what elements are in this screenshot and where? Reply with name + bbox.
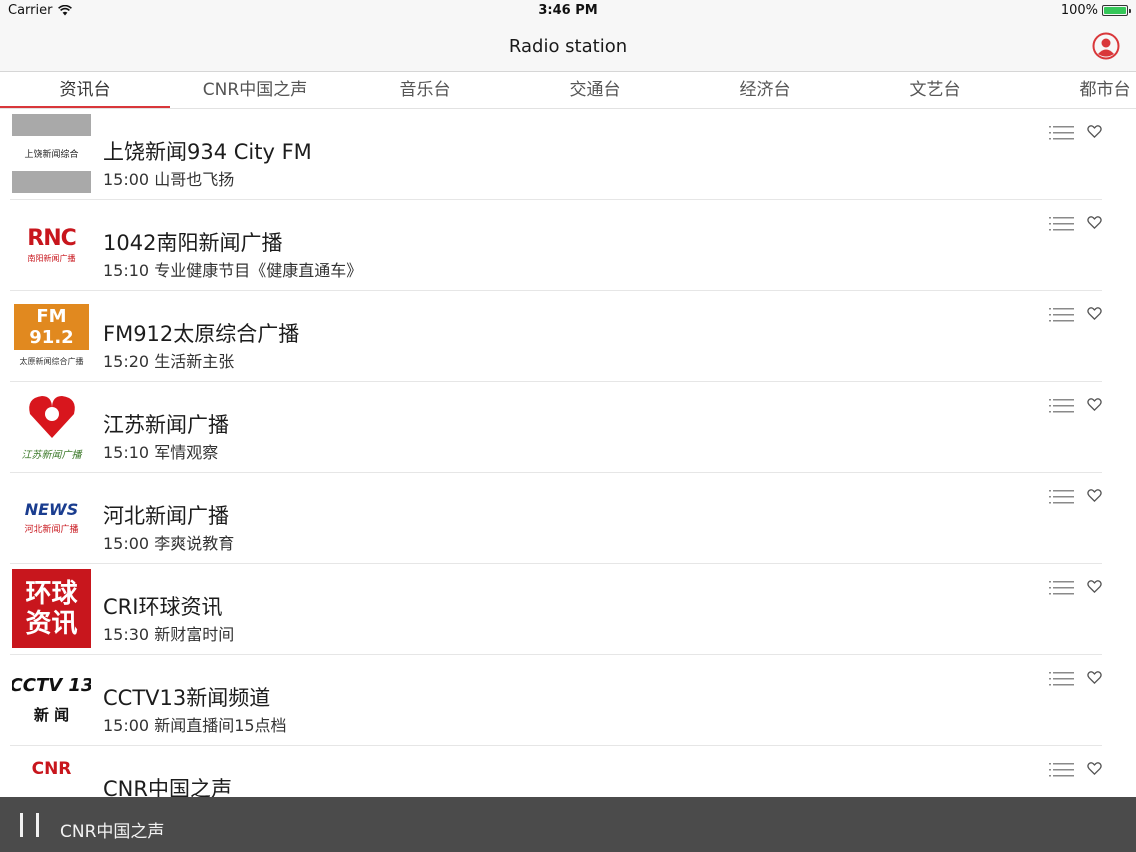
station-logo: RNC 南阳新闻广播	[12, 205, 91, 284]
station-name: CNR中国之声	[103, 777, 232, 797]
battery-status: 100%	[1060, 3, 1131, 18]
station-name: CCTV13新闻频道	[103, 686, 271, 710]
heart-icon[interactable]	[1087, 124, 1102, 139]
playlist-icon[interactable]	[1049, 490, 1074, 504]
playlist-icon[interactable]	[1049, 308, 1074, 322]
station-program: 15:10 专业健康节目《健康直通车》	[103, 261, 363, 280]
battery-percent: 100%	[1060, 3, 1098, 18]
playlist-icon[interactable]	[1049, 399, 1074, 413]
station-row[interactable]: RNC 南阳新闻广播 1042南阳新闻广播 15:10 专业健康节目《健康直通车》	[0, 200, 1136, 291]
tab-5[interactable]: 文艺台	[850, 72, 1020, 108]
tab-3[interactable]: 交通台	[510, 72, 680, 108]
station-row[interactable]: CNR CNR中国之声	[0, 746, 1136, 797]
tab-2[interactable]: 音乐台	[340, 72, 510, 108]
status-time: 3:46 PM	[538, 3, 598, 18]
now-playing-title[interactable]: CNR中国之声	[60, 817, 164, 842]
station-program: 15:00 新闻直播间15点档	[103, 716, 287, 735]
heart-icon[interactable]	[1087, 488, 1102, 503]
page-title: Radio station	[508, 36, 628, 57]
station-row[interactable]: FM 91.2 太原新闻综合广播 FM912太原综合广播 15:20 生活新主张	[0, 291, 1136, 382]
station-logo: 上饶新闻综合	[12, 114, 91, 193]
tab-1[interactable]: CNR中国之声	[170, 72, 340, 108]
playlist-icon[interactable]	[1049, 672, 1074, 686]
logo-subtext: 新 闻	[33, 705, 70, 724]
station-row[interactable]: 环球资讯 CRI环球资讯 15:30 新财富时间	[0, 564, 1136, 655]
station-row[interactable]: 上饶新闻综合 上饶新闻934 City FM 15:00 山哥也飞扬	[0, 109, 1136, 200]
station-name: 河北新闻广播	[103, 504, 229, 528]
station-logo: FM 91.2 太原新闻综合广播	[12, 296, 91, 375]
logo-text: CCTV 13	[12, 674, 91, 696]
heart-icon[interactable]	[1087, 579, 1102, 594]
logo-text: NEWS	[24, 500, 79, 519]
category-tabs: 资讯台 CNR中国之声 音乐台 交通台 经济台 文艺台 都市台	[0, 72, 1136, 109]
heart-icon[interactable]	[1087, 215, 1102, 230]
station-logo: 环球资讯	[12, 569, 91, 648]
playlist-icon[interactable]	[1049, 763, 1074, 777]
heart-icon[interactable]	[1087, 397, 1102, 412]
heart-icon[interactable]	[1087, 761, 1102, 776]
station-name: 江苏新闻广播	[103, 413, 229, 437]
pause-icon[interactable]	[20, 813, 42, 837]
station-name: 上饶新闻934 City FM	[103, 140, 312, 164]
user-icon[interactable]	[1092, 32, 1120, 60]
playlist-icon[interactable]	[1049, 581, 1074, 595]
playlist-icon[interactable]	[1049, 126, 1074, 140]
tab-4[interactable]: 经济台	[680, 72, 850, 108]
logo-text: CNR	[31, 759, 72, 779]
heart-icon[interactable]	[1087, 670, 1102, 685]
station-name: FM912太原综合广播	[103, 322, 300, 346]
station-row[interactable]: CCTV 13 新 闻 CCTV13新闻频道 15:00 新闻直播间15点档	[0, 655, 1136, 746]
logo-text: RNC	[27, 225, 76, 251]
logo-text: 环球资讯	[25, 578, 78, 639]
playlist-icon[interactable]	[1049, 217, 1074, 231]
station-name: CRI环球资讯	[103, 595, 223, 619]
status-bar: Carrier 3:46 PM 100%	[0, 0, 1136, 22]
station-program: 15:00 山哥也飞扬	[103, 170, 235, 189]
logo-subtext: 南阳新闻广播	[27, 253, 76, 263]
tab-6[interactable]: 都市台	[1020, 72, 1136, 108]
logo-text: FM 91.2	[14, 304, 89, 350]
station-program: 15:00 李爽说教育	[103, 534, 235, 553]
heart-icon[interactable]	[1087, 306, 1102, 321]
logo-subtext: 河北新闻广播	[24, 525, 79, 535]
station-list: 上饶新闻综合 上饶新闻934 City FM 15:00 山哥也飞扬 RNC 南阳新闻广…	[0, 109, 1136, 797]
logo-text: 上饶新闻综合	[24, 150, 79, 160]
logo-subtext: 太原新闻综合广播	[19, 357, 84, 366]
tab-0[interactable]: 资讯台	[0, 72, 170, 108]
logo-subtext: 江苏新闻广播	[21, 450, 82, 461]
station-row[interactable]: 江苏新闻广播 江苏新闻广播 15:10 军情观察	[0, 382, 1136, 473]
station-program: 15:30 新财富时间	[103, 625, 235, 644]
station-program: 15:20 生活新主张	[103, 352, 235, 371]
station-logo: CNR	[12, 751, 91, 797]
station-program: 15:10 军情观察	[103, 443, 219, 462]
station-name: 1042南阳新闻广播	[103, 231, 283, 255]
battery-icon	[1102, 5, 1131, 16]
station-logo: NEWS 河北新闻广播	[12, 478, 91, 557]
player-bar: CNR中国之声	[0, 797, 1136, 852]
station-logo: CCTV 13 新 闻	[12, 660, 91, 739]
station-logo: 江苏新闻广播	[12, 387, 91, 466]
navigation-bar: Radio station	[0, 22, 1136, 72]
station-row[interactable]: NEWS 河北新闻广播 河北新闻广播 15:00 李爽说教育	[0, 473, 1136, 564]
